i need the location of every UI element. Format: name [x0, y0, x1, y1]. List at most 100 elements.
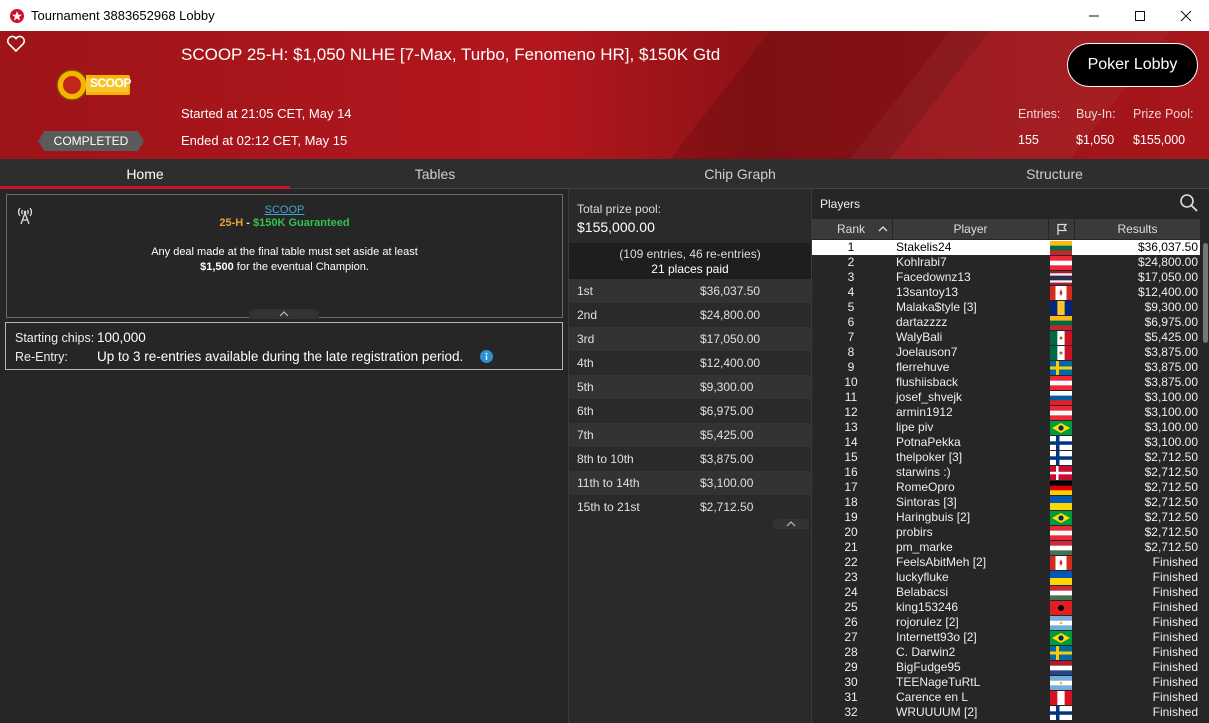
player-rank: 28 — [844, 645, 858, 659]
collapse-info-button[interactable] — [249, 309, 319, 319]
player-row[interactable]: 27 Internett93o [2] Finished — [812, 630, 1200, 645]
status-badge: COMPLETED — [38, 131, 144, 151]
home-panel: SCOOP 25-H - $150K Guaranteed Any deal m… — [0, 189, 567, 723]
player-name: flerrehuve — [896, 360, 950, 374]
tab-structure[interactable]: Structure — [900, 159, 1209, 189]
player-rank: 23 — [844, 570, 858, 584]
player-row[interactable]: 6 dartazzzz $6,975.00 — [812, 315, 1200, 330]
player-name: pm_marke — [896, 540, 953, 554]
player-row[interactable]: 19 Haringbuis [2] $2,712.50 — [812, 510, 1200, 525]
player-row[interactable]: 26 rojorulez [2] Finished — [812, 615, 1200, 630]
player-column-header[interactable]: Player — [892, 219, 1048, 239]
players-scrollbar[interactable] — [1201, 239, 1209, 723]
country-flag-icon — [1050, 391, 1072, 405]
country-flag-icon — [1050, 646, 1072, 660]
prize-amount: $9,300.00 — [700, 380, 754, 394]
player-header-label: Player — [953, 222, 988, 236]
scoop-link[interactable]: SCOOP — [7, 204, 562, 216]
tournament-header: SCOOP COMPLETED SCOOP 25-H: $1,050 NLHE … — [0, 31, 1209, 159]
player-row[interactable]: 14 PotnaPekka $3,100.00 — [812, 435, 1200, 450]
player-row[interactable]: 3 Facedownz13 $17,050.00 — [812, 270, 1200, 285]
player-row[interactable]: 24 Belabacsi Finished — [812, 585, 1200, 600]
maximize-icon — [1135, 10, 1145, 21]
prize-amount: $3,100.00 — [700, 476, 754, 490]
player-row[interactable]: 2 Kohlrabi7 $24,800.00 — [812, 255, 1200, 270]
player-rank: 15 — [844, 450, 858, 464]
prize-pool-value: $155,000 — [1133, 133, 1186, 147]
search-icon[interactable] — [1179, 193, 1199, 213]
player-result: $2,712.50 — [1144, 495, 1198, 509]
player-row[interactable]: 8 Joelauson7 $3,875.00 — [812, 345, 1200, 360]
poker-lobby-button[interactable]: Poker Lobby — [1067, 43, 1198, 87]
player-row[interactable]: 17 RomeOpro $2,712.50 — [812, 480, 1200, 495]
player-name: 13santoy13 — [896, 285, 959, 299]
prize-amount: $5,425.00 — [700, 428, 754, 442]
info-icon[interactable] — [480, 350, 493, 363]
favorite-heart-icon[interactable] — [6, 35, 26, 53]
player-row[interactable]: 22 FeelsAbitMeh [2] Finished — [812, 555, 1200, 570]
country-column-header[interactable] — [1048, 219, 1074, 239]
started-time: Started at 21:05 CET, May 14 — [181, 106, 352, 121]
player-row[interactable]: 10 flushiisback $3,875.00 — [812, 375, 1200, 390]
results-column-header[interactable]: Results — [1074, 219, 1200, 239]
player-row[interactable]: 5 Malaka$tyle [3] $9,300.00 — [812, 300, 1200, 315]
player-row[interactable]: 9 flerrehuve $3,875.00 — [812, 360, 1200, 375]
player-row[interactable]: 28 C. Darwin2 Finished — [812, 645, 1200, 660]
player-rank: 1 — [847, 240, 855, 254]
collapse-prizes-button[interactable] — [773, 519, 809, 529]
country-flag-icon — [1050, 316, 1072, 330]
player-row[interactable]: 21 pm_marke $2,712.50 — [812, 540, 1200, 555]
entries-breakdown: (109 entries, 46 re-entries) — [619, 247, 761, 261]
deal-line-2: for the eventual Champion. — [233, 261, 369, 273]
player-row[interactable]: 7 WalyBali $5,425.00 — [812, 330, 1200, 345]
country-flag-icon — [1050, 421, 1072, 435]
player-row[interactable]: 11 josef_shvejk $3,100.00 — [812, 390, 1200, 405]
event-separator: - — [243, 217, 253, 229]
players-title: Players — [820, 197, 861, 211]
window-title: Tournament 3883652968 Lobby — [31, 8, 215, 23]
player-row[interactable]: 12 armin1912 $3,100.00 — [812, 405, 1200, 420]
players-panel: Players Rank Player Results 1 Stakelis24 $… — [811, 189, 1209, 723]
tab-home[interactable]: Home — [0, 159, 290, 189]
total-prize-pool-value: $155,000.00 — [577, 219, 655, 235]
country-flag-icon — [1050, 601, 1072, 615]
player-row[interactable]: 18 Sintoras [3] $2,712.50 — [812, 495, 1200, 510]
maximize-button[interactable] — [1117, 0, 1163, 31]
country-flag-icon — [1050, 691, 1072, 705]
results-header-label: Results — [1117, 222, 1158, 236]
player-row[interactable]: 1 Stakelis24 $36,037.50 — [812, 240, 1200, 255]
player-row[interactable]: 4 13santoy13 $12,400.00 — [812, 285, 1200, 300]
player-row[interactable]: 30 TEENageTuRtL Finished — [812, 675, 1200, 690]
deal-notice: Any deal made at the final table must se… — [7, 245, 562, 275]
player-result: $2,712.50 — [1144, 510, 1198, 524]
player-row[interactable]: 25 king153246 Finished — [812, 600, 1200, 615]
prize-row: 15th to 21st $2,712.50 — [569, 495, 811, 519]
country-flag-icon — [1050, 616, 1072, 630]
player-row[interactable]: 29 BigFudge95 Finished — [812, 660, 1200, 675]
close-button[interactable] — [1163, 0, 1209, 31]
tab-bar: Home Tables Chip Graph Structure — [0, 159, 1209, 189]
prize-amount: $6,975.00 — [700, 404, 754, 418]
player-rank: 17 — [844, 480, 858, 494]
player-row[interactable]: 16 starwins :) $2,712.50 — [812, 465, 1200, 480]
minimize-icon — [1089, 15, 1099, 16]
player-row[interactable]: 20 probirs $2,712.50 — [812, 525, 1200, 540]
tab-tables[interactable]: Tables — [290, 159, 580, 189]
player-rank: 21 — [844, 540, 858, 554]
player-row[interactable]: 15 thelpoker [3] $2,712.50 — [812, 450, 1200, 465]
minimize-button[interactable] — [1071, 0, 1117, 31]
player-row[interactable]: 32 WRUUUUM [2] Finished — [812, 705, 1200, 720]
country-flag-icon — [1050, 256, 1072, 270]
player-rank: 14 — [844, 435, 858, 449]
country-flag-icon — [1050, 541, 1072, 555]
player-name: rojorulez [2] — [896, 615, 959, 629]
player-row[interactable]: 13 lipe piv $3,100.00 — [812, 420, 1200, 435]
player-rank: 31 — [844, 690, 858, 704]
player-row[interactable]: 31 Carence en L Finished — [812, 690, 1200, 705]
tab-chip-graph[interactable]: Chip Graph — [580, 159, 900, 189]
player-rank: 29 — [844, 660, 858, 674]
scrollbar-thumb[interactable] — [1203, 243, 1208, 343]
player-name: Joelauson7 — [896, 345, 958, 359]
player-name: probirs — [896, 525, 933, 539]
player-row[interactable]: 23 luckyfluke Finished — [812, 570, 1200, 585]
